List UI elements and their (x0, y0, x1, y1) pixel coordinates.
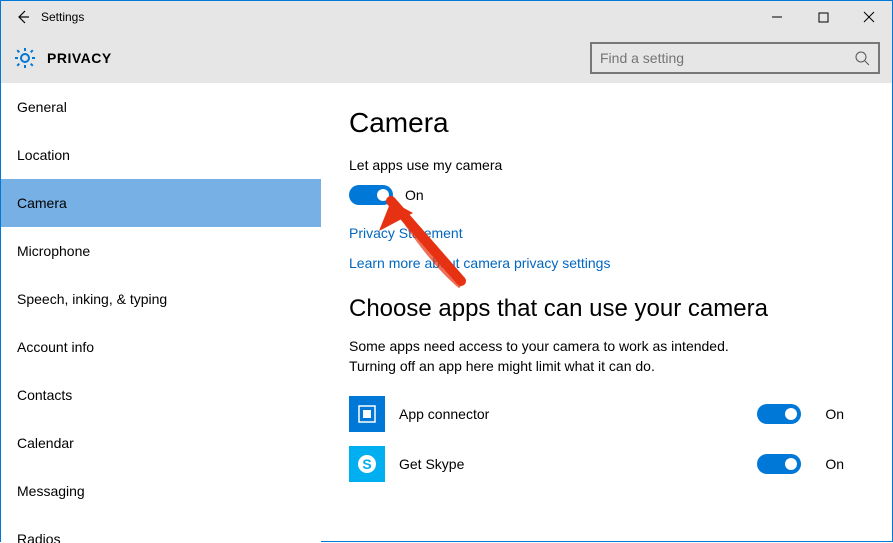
close-icon (863, 11, 875, 23)
app-toggle[interactable] (757, 454, 801, 474)
sidebar-item-location[interactable]: Location (1, 131, 321, 179)
page-title: Camera (349, 107, 864, 139)
title-bar: Settings (1, 1, 892, 33)
maximize-icon (818, 12, 829, 23)
sidebar-item-label: Calendar (17, 435, 74, 451)
search-icon (854, 50, 870, 66)
app-toggle-state: On (825, 406, 844, 422)
category-title: PRIVACY (47, 50, 112, 66)
apps-section-desc: Some apps need access to your camera to … (349, 337, 779, 376)
sidebar-item-microphone[interactable]: Microphone (1, 227, 321, 275)
window-title: Settings (41, 10, 84, 24)
sidebar-item-messaging[interactable]: Messaging (1, 467, 321, 515)
sidebar-item-label: Radios (17, 531, 61, 543)
sidebar-item-label: Camera (17, 195, 67, 211)
content-pane: Camera Let apps use my camera On Privacy… (321, 83, 892, 543)
sidebar-item-contacts[interactable]: Contacts (1, 371, 321, 419)
learn-more-link[interactable]: Learn more about camera privacy settings (349, 255, 864, 271)
sidebar-item-label: Contacts (17, 387, 72, 403)
app-name: Get Skype (399, 456, 757, 472)
svg-text:S: S (362, 456, 371, 472)
toggle-knob (785, 408, 797, 420)
toggle-knob (785, 458, 797, 470)
minimize-button[interactable] (754, 1, 800, 33)
master-toggle[interactable] (349, 185, 393, 205)
sidebar-item-speech-inking-typing[interactable]: Speech, inking, & typing (1, 275, 321, 323)
app-toggle-state: On (825, 456, 844, 472)
sidebar-item-camera[interactable]: Camera (1, 179, 321, 227)
app-connector-icon (349, 396, 385, 432)
sidebar-item-calendar[interactable]: Calendar (1, 419, 321, 467)
sidebar-item-label: Speech, inking, & typing (17, 291, 167, 307)
sidebar-item-radios[interactable]: Radios (1, 515, 321, 543)
app-name: App connector (399, 406, 757, 422)
master-toggle-row: On (349, 185, 864, 205)
close-button[interactable] (846, 1, 892, 33)
gear-icon (13, 46, 37, 70)
master-toggle-state: On (405, 187, 424, 203)
sidebar-item-general[interactable]: General (1, 83, 321, 131)
arrow-left-icon (15, 9, 31, 25)
app-toggle[interactable] (757, 404, 801, 424)
search-box[interactable] (590, 42, 880, 74)
app-row: S Get Skype On (349, 446, 864, 482)
app-row: App connector On (349, 396, 864, 432)
sidebar-item-account-info[interactable]: Account info (1, 323, 321, 371)
sidebar-item-label: Microphone (17, 243, 90, 259)
window-controls (754, 1, 892, 33)
header-bar: PRIVACY (1, 33, 892, 83)
minimize-icon (771, 11, 783, 23)
toggle-knob (377, 189, 389, 201)
sidebar-item-label: Account info (17, 339, 94, 355)
privacy-statement-link[interactable]: Privacy Statement (349, 225, 864, 241)
sidebar-item-label: Messaging (17, 483, 85, 499)
maximize-button[interactable] (800, 1, 846, 33)
back-button[interactable] (9, 3, 37, 31)
sidebar-item-label: Location (17, 147, 70, 163)
search-input[interactable] (600, 50, 854, 66)
sidebar-item-label: General (17, 99, 67, 115)
sidebar: General Location Camera Microphone Speec… (1, 83, 321, 543)
master-toggle-caption: Let apps use my camera (349, 157, 864, 173)
apps-section-title: Choose apps that can use your camera (349, 295, 864, 323)
skype-icon: S (349, 446, 385, 482)
